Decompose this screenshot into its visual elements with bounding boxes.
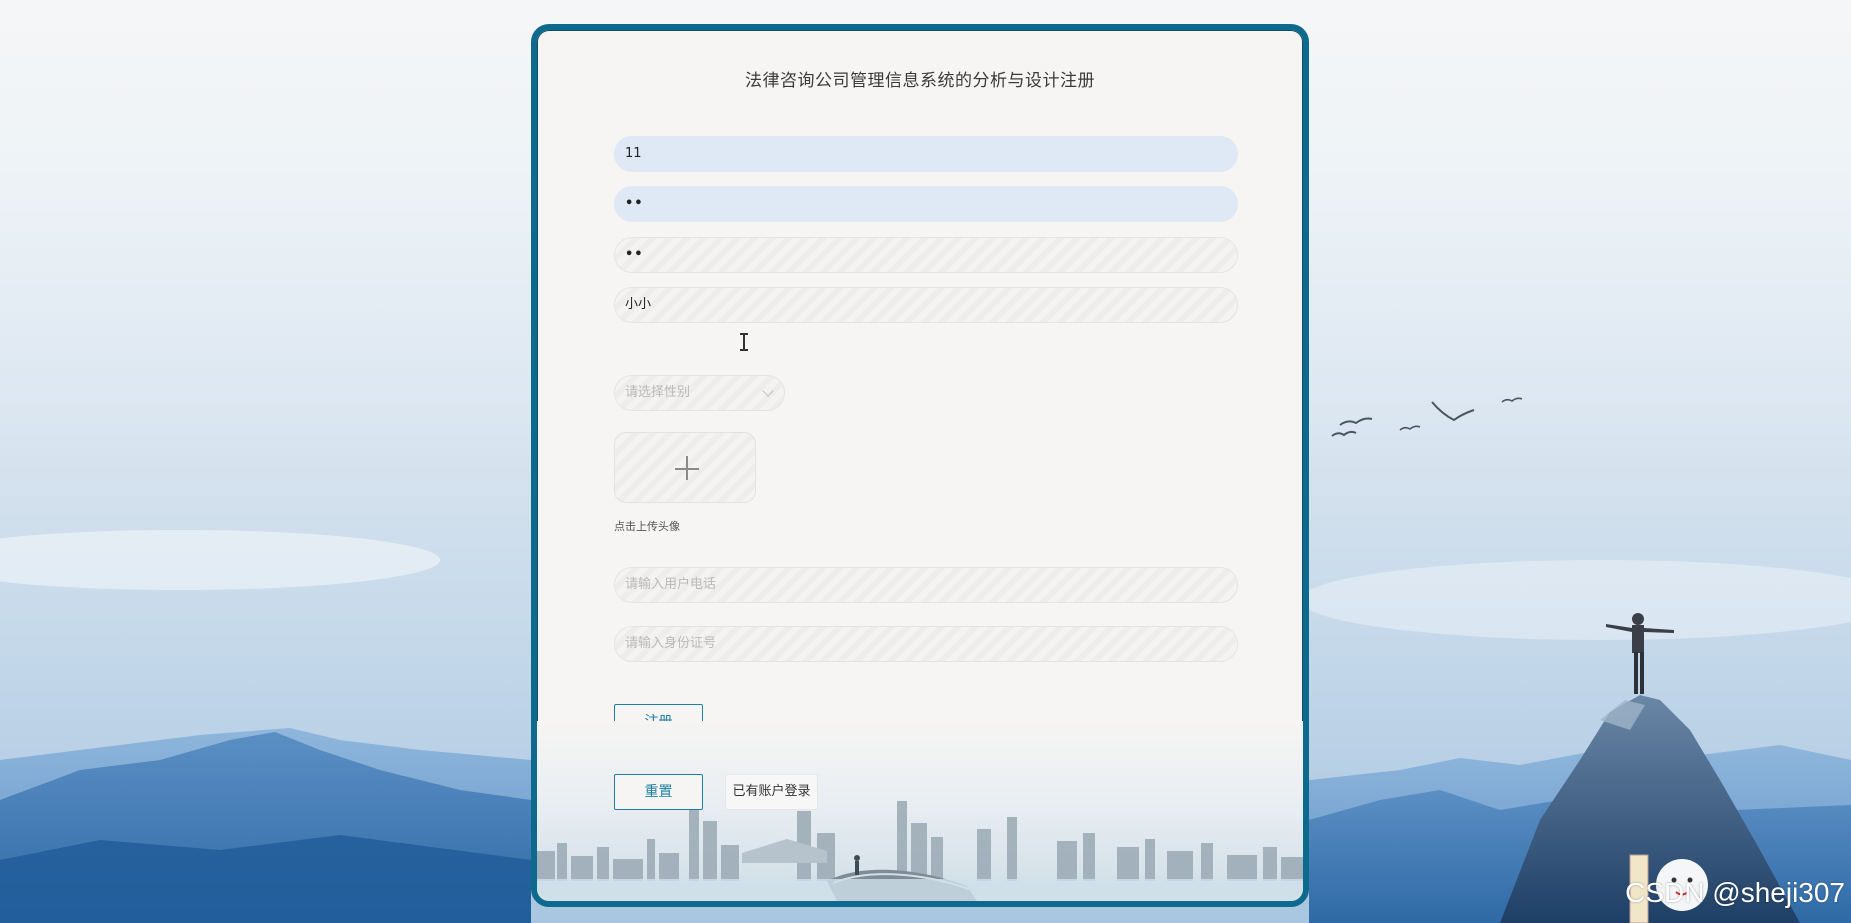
reset-button[interactable]: 重置: [614, 774, 703, 810]
name-input[interactable]: 小小: [614, 287, 1238, 323]
avatar-upload[interactable]: [614, 432, 756, 503]
text-cursor-icon: [740, 333, 748, 351]
city-skyline: [537, 721, 1303, 901]
page-title: 法律咨询公司管理信息系统的分析与设计注册: [745, 71, 1095, 91]
login-link-button[interactable]: 已有账户登录: [725, 774, 818, 810]
gender-placeholder: 请选择性别: [625, 385, 691, 400]
chevron-down-icon: [762, 385, 774, 397]
phone-placeholder: 请输入用户电话: [625, 577, 717, 592]
confirm-password-input[interactable]: ••: [614, 237, 1238, 273]
phone-input[interactable]: 请输入用户电话: [614, 567, 1238, 603]
register-card: 法律咨询公司管理信息系统的分析与设计注册 11 •• •• 小小 请选择性别 点…: [531, 24, 1309, 907]
idcard-placeholder: 请输入身份证号: [625, 636, 717, 651]
gender-select[interactable]: 请选择性别: [614, 375, 785, 411]
password-value: ••: [625, 196, 644, 211]
idcard-input[interactable]: 请输入身份证号: [614, 626, 1238, 662]
name-value: 小小: [625, 297, 652, 312]
password-input[interactable]: ••: [614, 186, 1238, 222]
account-value: 11: [625, 146, 642, 161]
avatar-upload-label: 点击上传头像: [614, 520, 680, 533]
account-input[interactable]: 11: [614, 136, 1238, 172]
plus-icon-vertical: [686, 456, 688, 480]
watermark: CSDN @sheji307: [1625, 877, 1845, 908]
confirm-password-value: ••: [625, 247, 644, 262]
